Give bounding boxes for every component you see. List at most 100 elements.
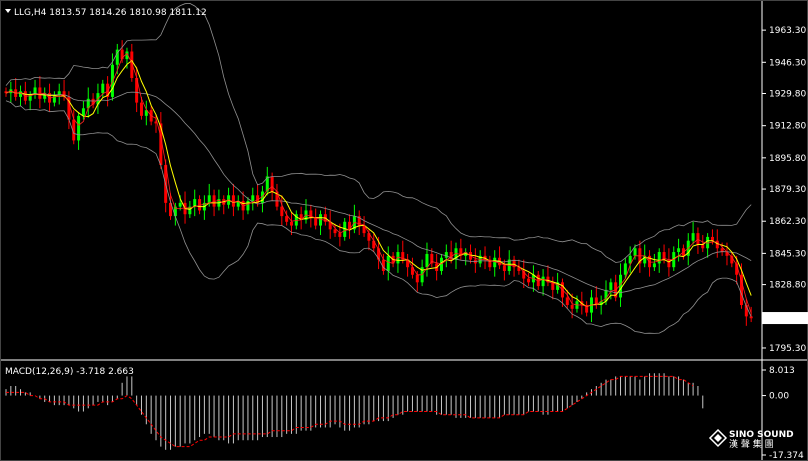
candle: [614, 274, 618, 302]
candle: [352, 204, 356, 234]
candle-body: [246, 200, 250, 211]
candle: [459, 238, 463, 260]
price-tick-label: 1845.30: [769, 249, 806, 259]
candle: [33, 79, 37, 99]
candle: [541, 269, 545, 296]
candle-body: [289, 221, 293, 226]
price-tick-label: 1862.30: [769, 217, 806, 227]
candles: [4, 40, 753, 326]
candle-body: [739, 274, 743, 306]
candle-body: [527, 278, 531, 283]
candle: [469, 244, 473, 264]
price-tick-label: 1828.80: [769, 281, 806, 291]
candle-body: [285, 216, 289, 222]
candle: [314, 208, 318, 230]
candle-body: [251, 195, 255, 201]
candle: [498, 246, 502, 270]
price-chart[interactable]: 1963.30 1946.30 1929.80 1912.80 1895.80 1879.…: [0, 0, 808, 461]
candle: [23, 81, 27, 105]
candle: [222, 195, 226, 215]
candle: [319, 210, 323, 236]
candle-body: [609, 282, 613, 290]
macd-label: MACD(12,26,9) -3.718 2.663: [5, 367, 134, 377]
price-tick-label: 1912.80: [769, 122, 806, 132]
candle-body: [444, 252, 448, 258]
candle: [589, 289, 593, 323]
candle: [144, 100, 148, 126]
candle: [464, 248, 468, 266]
candle-body: [333, 229, 337, 234]
candle: [328, 210, 332, 239]
logo-sub-text: 漢 聲 集 團: [729, 438, 774, 450]
candle-body: [425, 253, 429, 268]
price-tick-label: 1946.30: [769, 58, 806, 68]
candle: [304, 199, 308, 224]
candle-body: [130, 51, 134, 78]
candle-body: [314, 218, 318, 226]
price-tick-label: 1895.80: [769, 154, 806, 164]
candle-body: [710, 236, 714, 241]
candle: [52, 91, 56, 107]
candle-body: [38, 87, 42, 99]
candle-body: [657, 252, 661, 264]
bollinger-lower: [5, 100, 752, 334]
candle: [236, 195, 240, 211]
candle: [19, 85, 23, 107]
candle: [227, 187, 231, 209]
candle-body: [19, 91, 23, 97]
candle-body: [633, 248, 637, 256]
candle: [473, 248, 477, 273]
candle: [691, 221, 695, 245]
candle: [14, 78, 18, 101]
candle-body: [415, 274, 419, 283]
candle-body: [338, 233, 342, 237]
candle-body: [77, 115, 81, 141]
dropdown-triangle-icon[interactable]: [5, 9, 11, 13]
current-price-label: 1811.12: [767, 314, 804, 324]
chart-header: LLG,H4 1813.57 1814.26 1810.98 1811.12: [5, 8, 207, 18]
candle: [599, 295, 603, 315]
candle-body: [493, 257, 497, 268]
price-tick-label: 1963.30: [769, 26, 806, 36]
candle-body: [565, 297, 569, 306]
candle: [493, 250, 497, 277]
price-tick-label: 1795.30: [769, 344, 806, 354]
logo-diamond-inner-icon: [714, 434, 722, 442]
candle: [488, 255, 492, 271]
macd-tick-label: 8.013: [769, 366, 795, 376]
candle: [507, 250, 511, 275]
candle-body: [541, 276, 545, 287]
candle-body: [52, 95, 56, 103]
candle: [9, 81, 13, 103]
candle-body: [372, 240, 376, 249]
candle-body: [207, 195, 211, 203]
candle: [638, 240, 642, 273]
candle: [57, 83, 61, 105]
candle-body: [101, 83, 105, 94]
candle: [77, 112, 81, 150]
candle: [202, 195, 206, 220]
candle: [323, 206, 327, 226]
candle-body: [623, 263, 627, 275]
candle-body: [677, 248, 681, 253]
candle-body: [386, 255, 390, 271]
symbol-ohlc-label: LLG,H4 1813.57 1814.26 1810.98 1811.12: [14, 8, 207, 18]
candle-body: [139, 102, 143, 116]
candle: [348, 214, 352, 239]
candle: [38, 76, 42, 109]
candle: [86, 87, 90, 118]
candle: [478, 250, 482, 268]
candle: [280, 195, 284, 226]
candle: [648, 250, 652, 277]
candle: [454, 242, 458, 270]
candle-body: [696, 233, 700, 245]
candle: [275, 183, 279, 211]
candle-body: [270, 176, 274, 192]
macd-histogram: [5, 373, 704, 450]
chart-frame: [0, 0, 808, 461]
candle-body: [701, 244, 705, 249]
sino-sound-logo: SINO SOUND漢 聲 集 團: [708, 428, 794, 450]
candle-body: [178, 202, 182, 207]
candle-body: [691, 233, 695, 241]
candle-body: [502, 265, 506, 271]
